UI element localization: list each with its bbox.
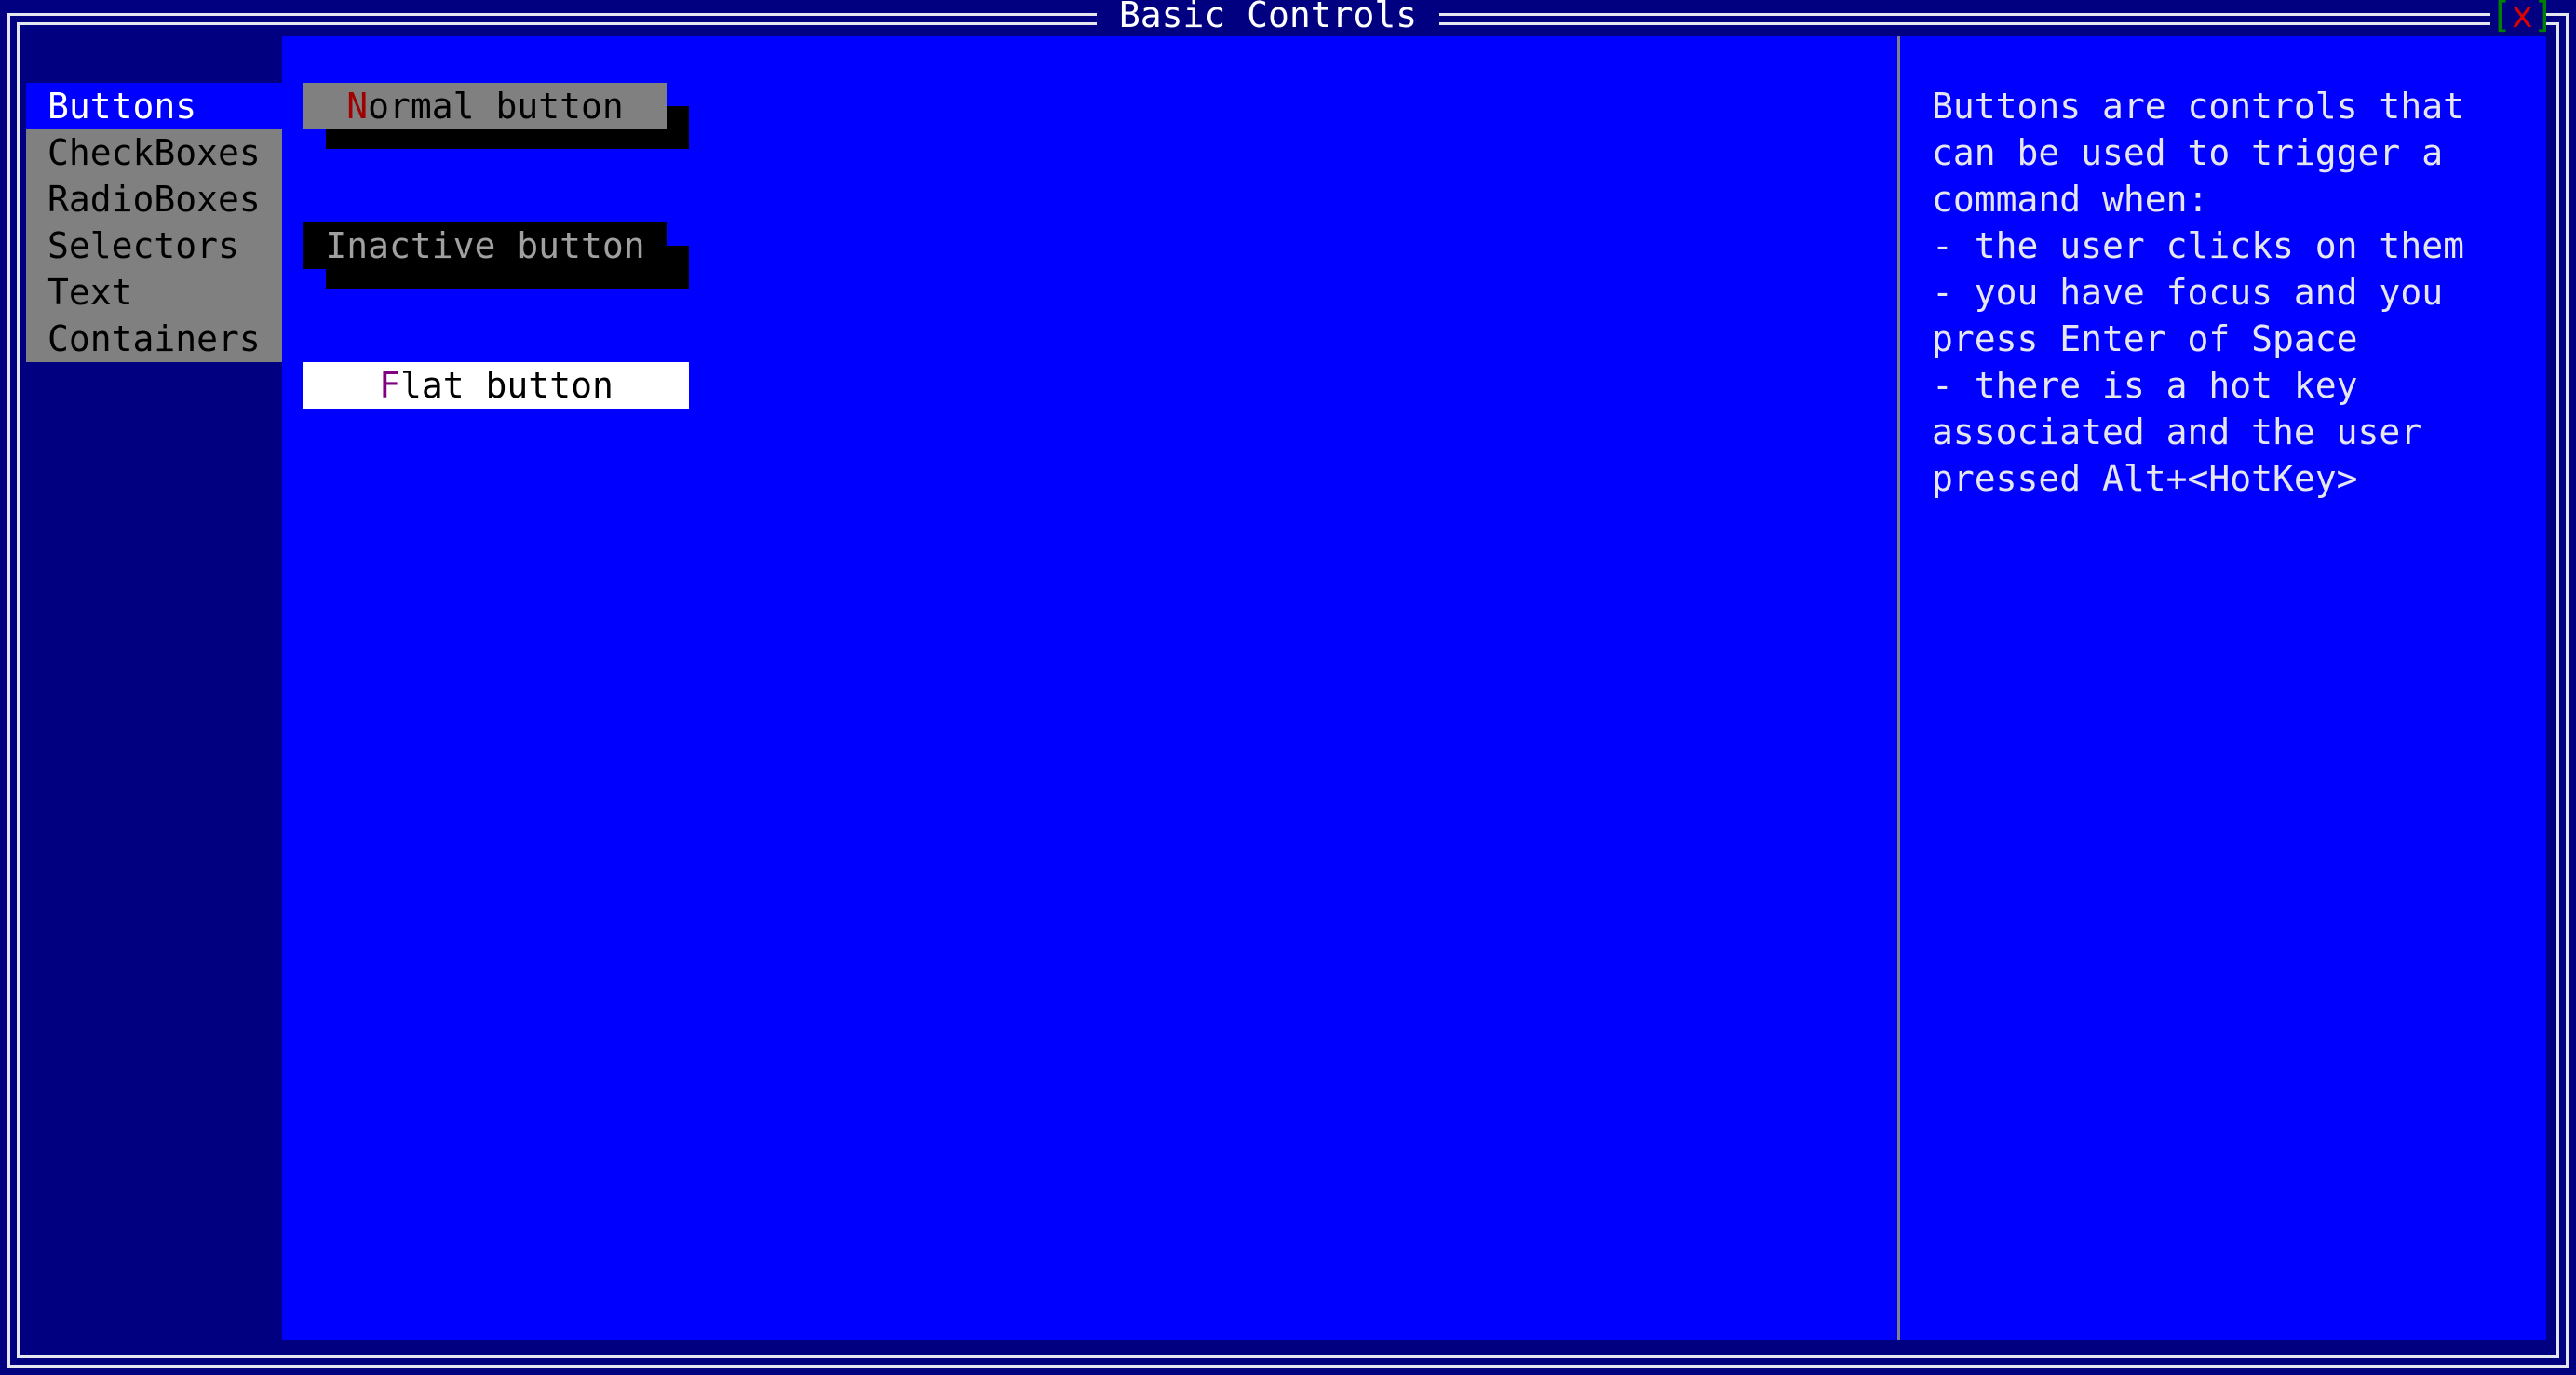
normal-button-label: ormal button [368,86,624,127]
window-title: Basic Controls [1097,0,1439,38]
description-line: can be used to trigger a [1932,132,2444,173]
close-bracket-right: ] [2532,0,2555,35]
sidebar-item-checkboxes[interactable]: CheckBoxes [26,129,282,176]
close-icon: x [2511,0,2533,35]
description-line: - you have focus and you [1932,272,2444,313]
description-line: press Enter of Space [1932,318,2358,359]
description-text: Buttons are controls that can be used to… [1932,83,2537,502]
description-line: - the user clicks on them [1932,225,2464,266]
sidebar-item-text[interactable]: Text [26,269,282,316]
sidebar-item-selectors[interactable]: Selectors [26,222,282,269]
sidebar-item-buttons[interactable]: Buttons [26,83,282,129]
description-line: pressed Alt+<HotKey> [1932,458,2358,499]
close-bracket-left: [ [2490,0,2512,35]
description-line: command when: [1932,179,2209,220]
sidebar-item-containers[interactable]: Containers [26,316,282,362]
flat-button-hotkey: F [379,365,401,406]
normal-button-hotkey: N [346,86,369,127]
sidebar-item-radioboxes[interactable]: RadioBoxes [26,176,282,222]
description-line: associated and the user [1932,411,2422,452]
description-line: - there is a hot key [1932,365,2358,406]
flat-button-label: lat button [400,365,614,406]
description-line: Buttons are controls that [1932,86,2464,127]
normal-button[interactable]: Normal button [303,83,667,129]
flat-button[interactable]: Flat button [303,362,689,409]
sidebar: Buttons CheckBoxes RadioBoxes Selectors … [26,83,282,362]
close-button[interactable]: [x] [2490,0,2555,38]
inactive-button: Inactive button [303,222,667,269]
